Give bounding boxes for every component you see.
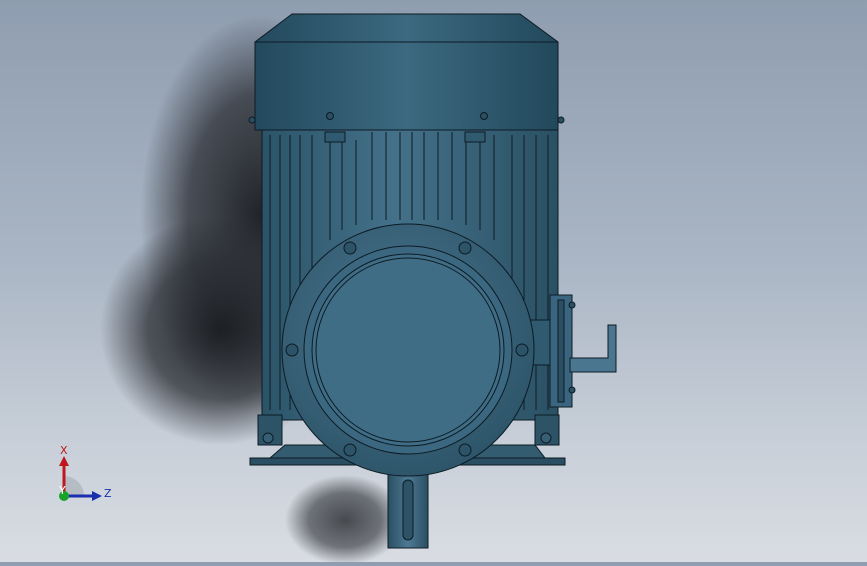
x-axis-arrowhead [59,456,69,466]
motor-model-view[interactable] [0,0,867,565]
z-axis-arrowhead [92,491,102,501]
end-flange [281,223,535,477]
coordinate-triad[interactable]: X Y Z [50,440,120,510]
motor-shaft [387,469,429,549]
x-axis-label: X [60,444,68,457]
fan-hood [248,13,565,131]
z-axis-label: Z [104,487,112,500]
y-axis-label: Y [58,484,66,497]
graphics-viewport[interactable]: X Y Z [0,0,867,565]
